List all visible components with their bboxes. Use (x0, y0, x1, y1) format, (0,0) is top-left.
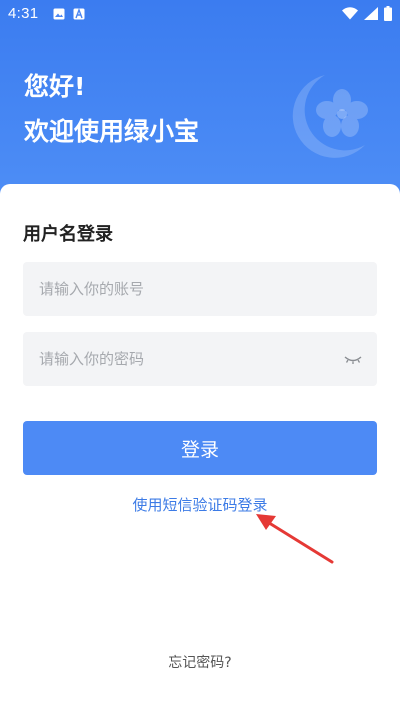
login-screen: 4:31 您好! 欢迎使用绿小宝 用户名登录 请输入你的账号 登录 使用短信验证… (0, 0, 400, 710)
a-icon (73, 8, 85, 20)
login-title: 用户名登录 (23, 224, 113, 245)
login-card: 用户名登录 登录 使用短信验证码登录 忘记密码? (0, 184, 400, 710)
wifi-icon (342, 7, 358, 20)
status-system-icons (342, 6, 392, 21)
account-field-container (23, 262, 377, 316)
moon-flower-logo (292, 75, 368, 158)
image-icon (53, 8, 65, 20)
status-notification-icons (53, 8, 85, 20)
login-button[interactable]: 登录 (23, 421, 377, 475)
battery-icon (384, 6, 392, 21)
password-input[interactable] (23, 332, 377, 386)
password-field-container (23, 332, 377, 386)
account-input[interactable] (23, 262, 377, 316)
greeting-text: 您好! (24, 72, 86, 101)
forgot-password-link[interactable]: 忘记密码? (0, 652, 400, 672)
signal-icon (364, 7, 378, 20)
sms-login-link[interactable]: 使用短信验证码登录 (0, 494, 400, 515)
eye-closed-icon[interactable] (343, 350, 363, 368)
welcome-text: 欢迎使用绿小宝 (24, 117, 200, 146)
status-time: 4:31 (8, 5, 39, 22)
header-banner: 4:31 您好! 欢迎使用绿小宝 (0, 0, 400, 215)
status-bar: 4:31 (0, 0, 400, 28)
red-arrow-annotation (256, 514, 334, 564)
